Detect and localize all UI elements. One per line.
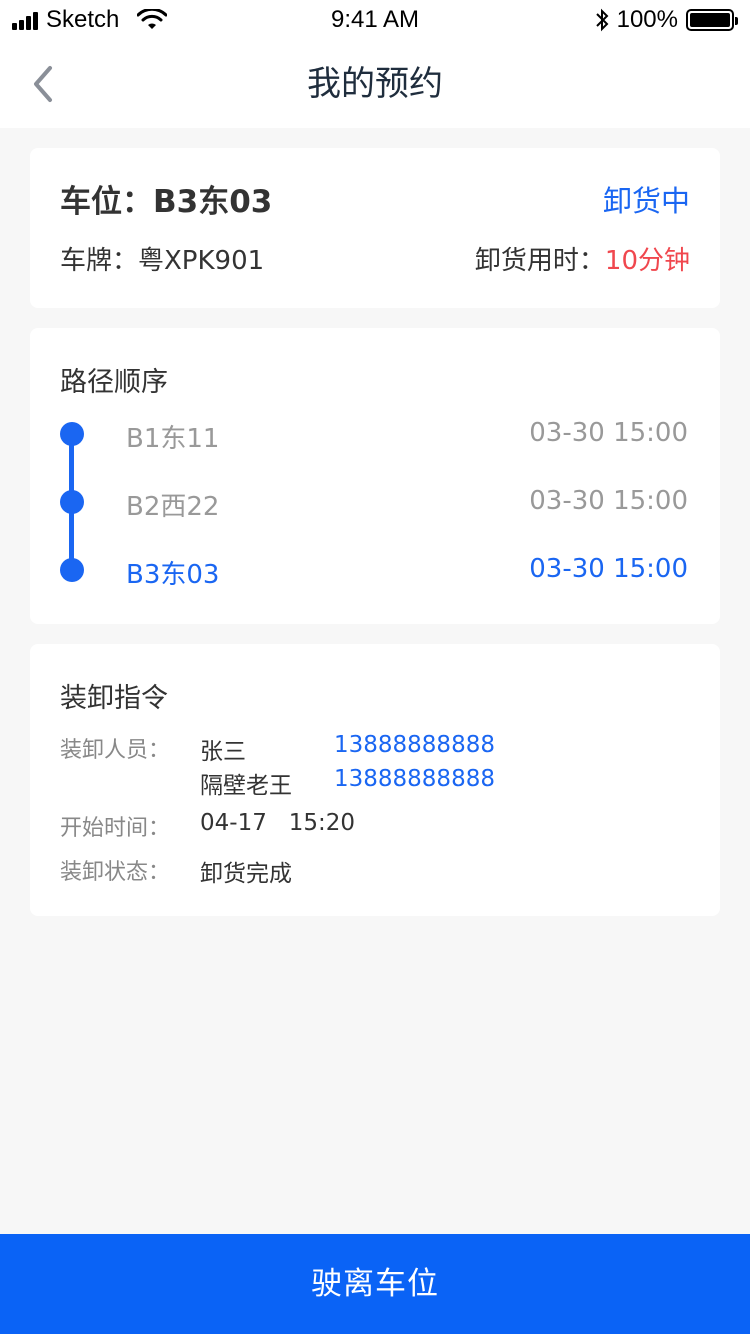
route-dot bbox=[60, 422, 84, 446]
page-title: 我的预约 bbox=[307, 64, 443, 104]
battery-fill bbox=[690, 13, 730, 27]
battery-icon bbox=[686, 9, 738, 31]
status-bar: Sketch 9:41 AM 100% bbox=[0, 0, 750, 40]
duration-value: 10分钟 bbox=[604, 246, 690, 276]
route-stop-time-active: 03-30 15:00 bbox=[529, 554, 688, 584]
spot-label: 车位：B3东03 bbox=[60, 184, 273, 220]
route-stop-name-active: B3东03 bbox=[126, 560, 220, 590]
route-stop-time: 03-30 15:00 bbox=[529, 486, 688, 516]
spot-card: 车位：B3东03 卸货中 车牌：粤XPK901 卸货用时：10分钟 bbox=[30, 148, 720, 308]
nav-bar: 我的预约 bbox=[0, 40, 750, 128]
staff-name: 张三 bbox=[200, 739, 246, 765]
staff-phone-link[interactable]: 13888888888 bbox=[334, 766, 495, 792]
route-stop-time: 03-30 15:00 bbox=[529, 418, 688, 448]
staff-name: 隔壁老王 bbox=[200, 773, 292, 799]
bluetooth-icon bbox=[595, 8, 609, 32]
route-stop-name: B2西22 bbox=[126, 492, 220, 522]
load-status-value: 卸货完成 bbox=[200, 861, 292, 887]
route-stop-name: B1东11 bbox=[126, 424, 220, 454]
duration: 卸货用时：10分钟 bbox=[475, 240, 690, 277]
start-time-value: 04-17 15:20 bbox=[200, 810, 356, 836]
plate-label: 车牌：粤XPK901 bbox=[60, 246, 265, 276]
instruction-title: 装卸指令 bbox=[60, 683, 168, 714]
start-time-label: 开始时间： bbox=[60, 816, 171, 841]
status-badge: 卸货中 bbox=[602, 184, 690, 218]
staff-label: 装卸人员： bbox=[60, 738, 171, 763]
staff-phone-link[interactable]: 13888888888 bbox=[334, 732, 495, 758]
load-status-label: 装卸状态： bbox=[60, 860, 171, 885]
instruction-card: 装卸指令 装卸人员： 张三 13888888888 隔壁老王 138888888… bbox=[30, 644, 720, 916]
route-dot bbox=[60, 490, 84, 514]
status-right: 100% bbox=[595, 6, 738, 34]
battery-percent: 100% bbox=[616, 6, 678, 33]
route-card: 路径顺序 B1东11 03-30 15:00 B2西22 03-30 15:00… bbox=[30, 328, 720, 624]
route-dot-active bbox=[60, 558, 84, 582]
leave-spot-button[interactable]: 驶离车位 bbox=[0, 1234, 750, 1334]
route-title: 路径顺序 bbox=[60, 367, 168, 398]
duration-label: 卸货用时： bbox=[474, 246, 605, 276]
